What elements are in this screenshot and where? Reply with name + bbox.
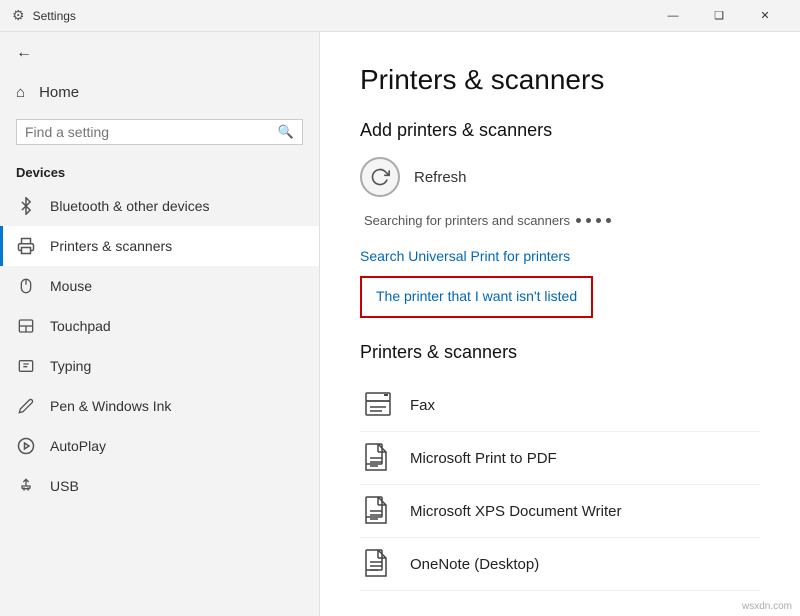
settings-icon: ⚙ <box>12 7 25 24</box>
sidebar-item-label-printers: Printers & scanners <box>50 238 172 254</box>
dot-4 <box>606 218 611 223</box>
refresh-label: Refresh <box>414 169 467 186</box>
add-section-title: Add printers & scanners <box>360 120 760 141</box>
sidebar-item-label-touchpad: Touchpad <box>50 318 111 334</box>
not-listed-text: The printer that I want isn't listed <box>376 288 577 304</box>
bluetooth-icon <box>16 196 36 216</box>
watermark: wsxdn.com <box>742 601 792 612</box>
pen-icon <box>16 396 36 416</box>
sidebar-item-home[interactable]: ⌂ Home <box>0 74 319 111</box>
titlebar-controls: — ❑ ✕ <box>650 0 788 32</box>
printer-onenote-name: OneNote (Desktop) <box>410 556 539 573</box>
refresh-row: Refresh <box>360 157 760 197</box>
dot-2 <box>586 218 591 223</box>
onenote-icon <box>360 546 396 582</box>
printers-section-title: Printers & scanners <box>360 342 760 363</box>
sidebar-item-printers[interactable]: Printers & scanners <box>0 226 319 266</box>
printer-item-onenote[interactable]: OneNote (Desktop) <box>360 538 760 591</box>
sidebar-item-label-typing: Typing <box>50 358 91 374</box>
printer-sidebar-icon <box>16 236 36 256</box>
sidebar-item-label-bluetooth: Bluetooth & other devices <box>50 198 210 214</box>
printer-pdf-name: Microsoft Print to PDF <box>410 450 557 467</box>
close-button[interactable]: ✕ <box>742 0 788 32</box>
back-arrow-icon: ← <box>16 44 32 62</box>
maximize-button[interactable]: ❑ <box>696 0 742 32</box>
refresh-button[interactable] <box>360 157 400 197</box>
sidebar-item-label-autoplay: AutoPlay <box>50 438 106 454</box>
typing-icon <box>16 356 36 376</box>
printer-item-xps[interactable]: Microsoft XPS Document Writer <box>360 485 760 538</box>
fax-icon <box>360 387 396 423</box>
search-box[interactable]: 🔍 <box>16 119 303 145</box>
xps-icon <box>360 493 396 529</box>
sidebar-item-label-usb: USB <box>50 478 79 494</box>
autoplay-icon <box>16 436 36 456</box>
printers-list: Fax Microsoft Print to PDF <box>360 379 760 591</box>
loading-dots <box>576 218 611 223</box>
sidebar-item-bluetooth[interactable]: Bluetooth & other devices <box>0 186 319 226</box>
usb-icon <box>16 476 36 496</box>
search-icon: 🔍 <box>278 124 294 140</box>
printer-item-fax[interactable]: Fax <box>360 379 760 432</box>
page-title: Printers & scanners <box>360 64 760 96</box>
printer-fax-name: Fax <box>410 397 435 414</box>
home-icon: ⌂ <box>16 84 25 101</box>
sidebar-item-usb[interactable]: USB <box>0 466 319 506</box>
sidebar-item-pen[interactable]: Pen & Windows Ink <box>0 386 319 426</box>
sidebar-item-autoplay[interactable]: AutoPlay <box>0 426 319 466</box>
sidebar: ← ⌂ Home 🔍 Devices Bluetooth & other dev… <box>0 32 320 616</box>
minimize-button[interactable]: — <box>650 0 696 32</box>
not-listed-box[interactable]: The printer that I want isn't listed <box>360 276 593 318</box>
sidebar-item-label-pen: Pen & Windows Ink <box>50 398 171 414</box>
printer-xps-name: Microsoft XPS Document Writer <box>410 503 621 520</box>
sidebar-item-touchpad[interactable]: Touchpad <box>0 306 319 346</box>
touchpad-icon <box>16 316 36 336</box>
searching-text: Searching for printers and scanners <box>364 213 570 228</box>
sidebar-item-typing[interactable]: Typing <box>0 346 319 386</box>
sidebar-item-mouse[interactable]: Mouse <box>0 266 319 306</box>
back-button[interactable]: ← <box>0 32 319 74</box>
dot-1 <box>576 218 581 223</box>
main-content: Printers & scanners Add printers & scann… <box>320 32 800 616</box>
sidebar-section-title: Devices <box>0 157 319 186</box>
searching-row: Searching for printers and scanners <box>360 213 760 228</box>
sidebar-home-label: Home <box>39 84 79 101</box>
search-input[interactable] <box>25 124 272 140</box>
app-container: ← ⌂ Home 🔍 Devices Bluetooth & other dev… <box>0 32 800 616</box>
printer-item-pdf[interactable]: Microsoft Print to PDF <box>360 432 760 485</box>
universal-print-link[interactable]: Search Universal Print for printers <box>360 248 760 264</box>
titlebar-title: Settings <box>33 9 650 23</box>
mouse-icon <box>16 276 36 296</box>
titlebar: ⚙ Settings — ❑ ✕ <box>0 0 800 32</box>
pdf-icon <box>360 440 396 476</box>
dot-3 <box>596 218 601 223</box>
sidebar-item-label-mouse: Mouse <box>50 278 92 294</box>
